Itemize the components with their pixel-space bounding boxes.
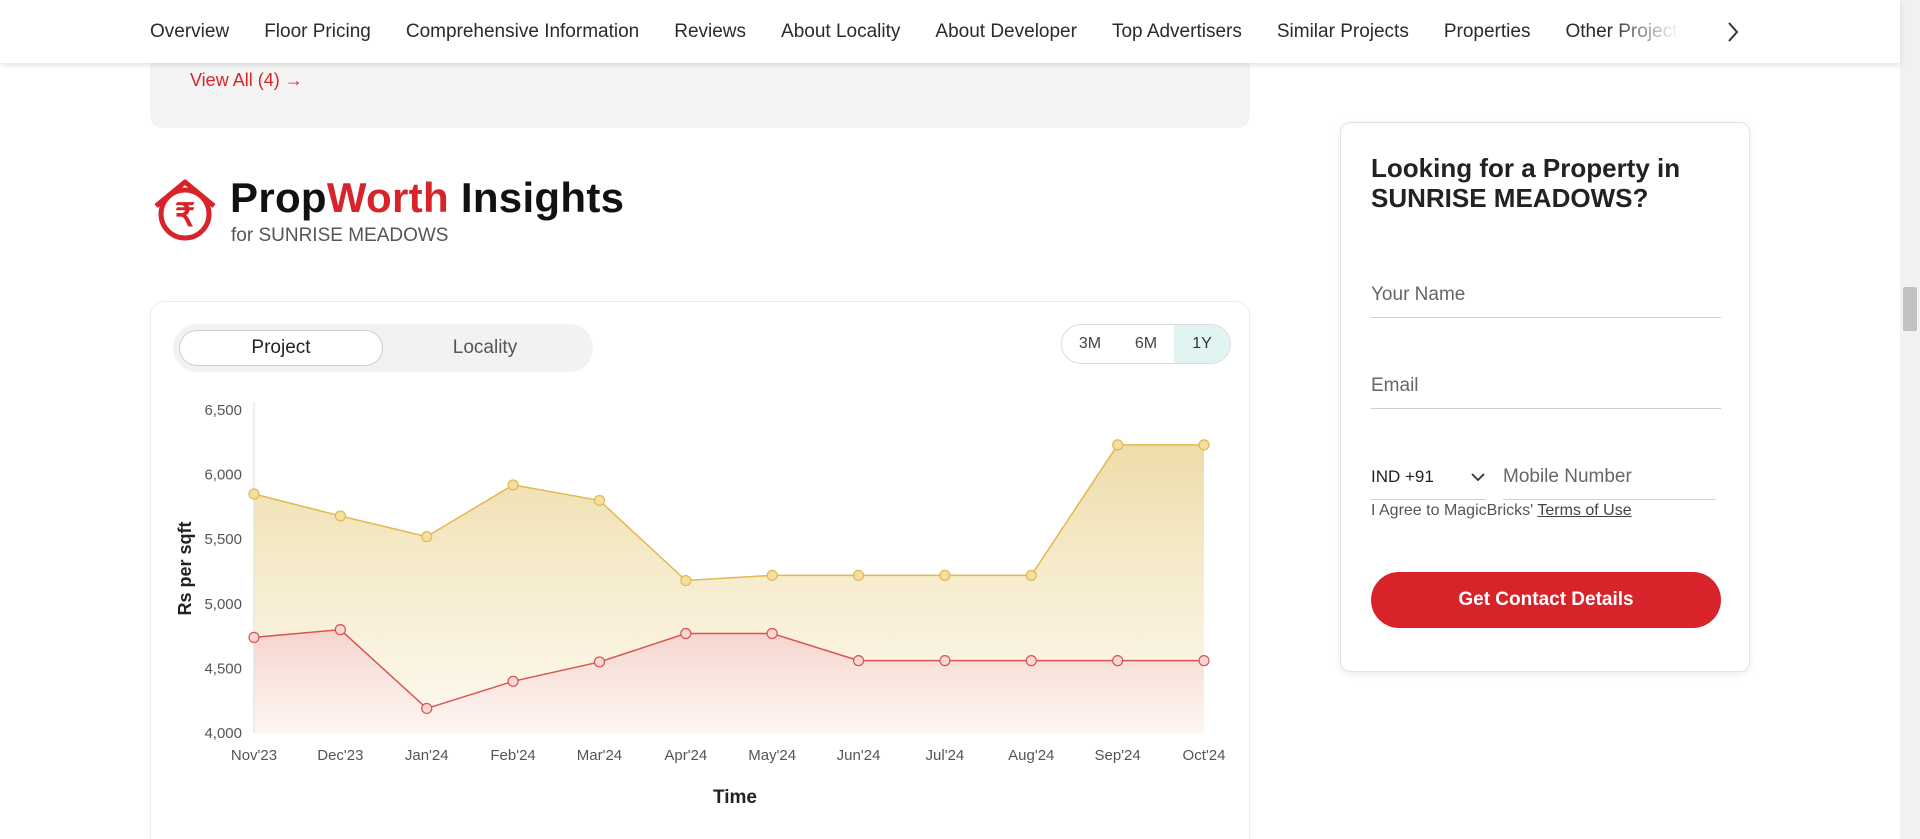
series-red-point (1112, 655, 1124, 667)
series-gold-point (507, 479, 519, 491)
x-tick-label: Feb'24 (490, 747, 535, 764)
series-red-point (334, 624, 346, 636)
x-tick-label: Sep'24 (1095, 747, 1141, 764)
series-red-point (939, 655, 951, 667)
propworth-title: PropWorth Insights (230, 174, 624, 222)
x-axis-title: Time (713, 787, 757, 808)
nav-item-properties[interactable]: Properties (1444, 21, 1531, 43)
y-tick-label: 6,000 (204, 467, 242, 484)
scrollbar-thumb[interactable] (1903, 287, 1917, 331)
mobile-input[interactable] (1503, 454, 1716, 500)
view-all-link[interactable]: View All (4) → (190, 70, 303, 91)
y-tick-label: 5,000 (204, 596, 242, 613)
nav-item-similar-projects[interactable]: Similar Projects (1277, 21, 1409, 43)
nav-item-overview[interactable]: Overview (150, 21, 229, 43)
x-tick-label: Jun'24 (837, 747, 881, 764)
y-axis-title: Rs per sqft (175, 521, 195, 615)
x-tick-label: Dec'23 (317, 747, 363, 764)
agree-text: I Agree to MagicBricks' (1371, 502, 1538, 519)
series-red-point (1198, 655, 1210, 667)
series-red-point (766, 627, 778, 640)
series-red-point (852, 655, 865, 667)
nav-item-top-advertisers[interactable]: Top Advertisers (1112, 21, 1242, 43)
svg-text:₹: ₹ (175, 197, 195, 233)
price-trend-card: Project Locality 3M 6M 1Y 6,500 6,000 5,50… (150, 301, 1250, 839)
propworth-subtitle: for SUNRISE MEADOWS (231, 225, 449, 246)
nav-item-about-locality[interactable]: About Locality (781, 21, 900, 43)
series-red-point (421, 702, 433, 715)
x-tick-label: Jul'24 (926, 747, 965, 764)
x-tick-label: Oct'24 (1183, 747, 1226, 764)
nav-item-about-developer[interactable]: About Developer (935, 21, 1077, 43)
section-nav: Overview Floor Pricing Comprehensive Inf… (0, 0, 1900, 63)
email-input[interactable] (1371, 363, 1721, 409)
price-trend-chart: 6,500 6,000 5,500 5,000 4,500 4,000 Nov'23 Dec'… (175, 402, 1226, 808)
name-input[interactable] (1371, 272, 1721, 318)
propworth-rupee-house-icon: ₹ (154, 179, 216, 241)
section-nav-items: Overview Floor Pricing Comprehensive Inf… (150, 0, 1722, 63)
series-red-point (680, 627, 692, 640)
series-gold-point (421, 531, 433, 543)
series-red-point (1025, 655, 1037, 667)
series-gold-point (680, 574, 692, 587)
x-tick-label: Jan'24 (405, 747, 449, 764)
series-gold-point (766, 569, 778, 581)
country-code-value: IND +91 (1371, 466, 1434, 486)
nav-item-comprehensive-information[interactable]: Comprehensive Information (406, 21, 639, 43)
series-gold-point (939, 569, 951, 581)
series-red-point (593, 656, 606, 668)
series-gold-point (334, 510, 346, 522)
title-insights: Insights (448, 174, 625, 221)
propworth-heading: ₹ PropWorth Insights for SUNRISE MEADOWS (150, 174, 750, 256)
y-tick-label: 4,000 (204, 725, 242, 742)
title-worth: Worth (326, 174, 449, 221)
series-gold-point (248, 488, 260, 500)
series-red-point (507, 675, 519, 687)
contact-form-card: Looking for a Property in SUNRISE MEADOW… (1340, 122, 1750, 672)
x-tick-label: Nov'23 (231, 747, 277, 764)
series-gold-point (1112, 439, 1124, 451)
y-tick-label: 5,500 (204, 531, 242, 548)
country-code-select[interactable]: IND +91 (1371, 454, 1486, 500)
title-prop: Prop (230, 174, 327, 221)
chevron-right-icon (1728, 21, 1739, 42)
y-tick-label: 4,500 (204, 660, 242, 677)
nav-item-reviews[interactable]: Reviews (674, 21, 746, 43)
nav-item-floor-pricing[interactable]: Floor Pricing (264, 21, 371, 43)
chevron-down-icon (1471, 472, 1485, 481)
x-tick-label: May'24 (748, 747, 796, 764)
series-gold-point (593, 494, 606, 507)
y-tick-label: 6,500 (204, 402, 242, 419)
x-tick-label: Mar'24 (577, 747, 622, 764)
series-red-point (248, 631, 260, 643)
nav-fade (1610, 0, 1710, 63)
nav-next-button[interactable] (1712, 0, 1754, 63)
series-gold-point (852, 569, 865, 581)
page-scrollbar[interactable] (1900, 0, 1920, 839)
contact-title: Looking for a Property in SUNRISE MEADOW… (1371, 153, 1681, 213)
x-tick-label: Apr'24 (664, 747, 707, 764)
terms-agreement: I Agree to MagicBricks' Terms of Use (1371, 502, 1632, 520)
series-gold-point (1025, 569, 1037, 581)
terms-link[interactable]: Terms of Use (1537, 502, 1631, 519)
x-tick-label: Aug'24 (1008, 747, 1054, 764)
get-contact-details-button[interactable]: Get Contact Details (1371, 572, 1721, 628)
series-gold-point (1198, 439, 1210, 451)
